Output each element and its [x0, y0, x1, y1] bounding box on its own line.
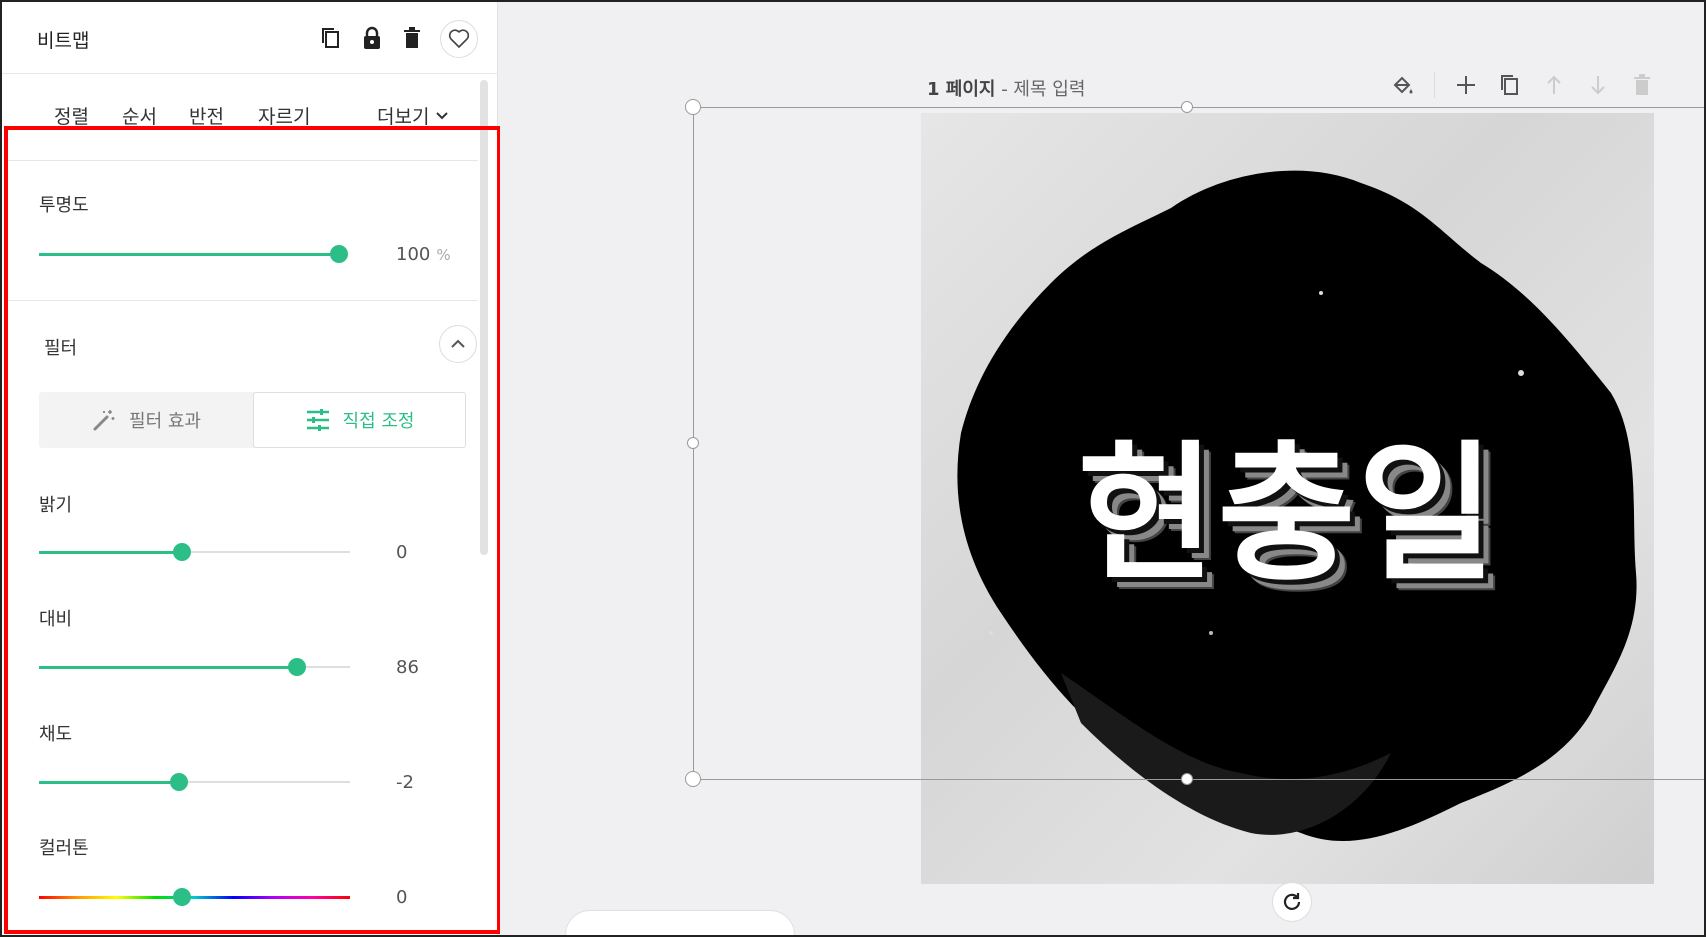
colortone-slider-thumb[interactable] [173, 888, 192, 906]
divider [8, 300, 478, 301]
zoom-control[interactable] [565, 910, 795, 935]
canvas-area: 1 페이지 - 제목 입력 현충일 [500, 2, 1704, 935]
saturation-label: 채도 [39, 724, 73, 745]
tab-align[interactable]: 정렬 [54, 102, 89, 129]
headline-text[interactable]: 현충일 [921, 393, 1654, 610]
tab-order[interactable]: 순서 [122, 102, 157, 129]
colortone-label: 컬러톤 [39, 838, 89, 859]
saturation-value: -2 [396, 772, 414, 793]
properties-panel: 비트맵 정렬 순서 반전 자르기 더보기 투명도 100% 필터 필터 효과 직… [2, 2, 498, 935]
filter-collapse-button[interactable] [439, 325, 477, 363]
manual-adjust-tab[interactable]: 직접 조정 [253, 392, 466, 448]
filter-mode-toggle: 필터 효과 직접 조정 [39, 392, 466, 448]
resize-handle-top-left[interactable] [685, 99, 701, 115]
panel-header: 비트맵 [2, 2, 497, 74]
brightness-value: 0 [396, 542, 408, 563]
lock-icon[interactable] [358, 24, 386, 52]
panel-scrollbar[interactable] [480, 80, 488, 555]
colortone-value: 0 [396, 887, 408, 908]
colortone-slider[interactable] [39, 887, 350, 907]
panel-title: 비트맵 [37, 30, 90, 52]
plus-icon[interactable] [1453, 72, 1479, 98]
selection-border-bottom [693, 779, 1704, 780]
contrast-label: 대비 [39, 609, 73, 630]
page-title-bar[interactable]: 1 페이지 - 제목 입력 [927, 75, 1085, 101]
duplicate-icon[interactable] [1497, 72, 1523, 98]
brightness-slider[interactable] [39, 542, 350, 562]
opacity-value: 100% [396, 244, 451, 265]
tab-crop[interactable]: 자르기 [258, 102, 310, 129]
trash-icon[interactable] [398, 24, 426, 52]
arrange-tabs: 정렬 순서 반전 자르기 더보기 [2, 102, 497, 132]
sliders-icon [306, 409, 329, 431]
opacity-label: 투명도 [39, 195, 89, 216]
toolbar-separator [1434, 72, 1435, 98]
paint-bucket-icon[interactable] [1390, 72, 1416, 98]
chevron-up-icon [451, 339, 465, 348]
brightness-label: 밝기 [39, 495, 73, 516]
more-menu-button[interactable]: 더보기 [377, 102, 449, 129]
opacity-slider-thumb[interactable] [330, 245, 348, 263]
arrow-up-icon[interactable] [1541, 72, 1567, 98]
rotate-icon[interactable] [1272, 882, 1312, 922]
design-page[interactable]: 현충일 [921, 113, 1654, 884]
brightness-slider-thumb[interactable] [173, 543, 192, 561]
filter-effects-label: 필터 효과 [129, 411, 201, 432]
resize-handle-bottom-left[interactable] [685, 771, 701, 787]
selection-border-top [693, 107, 1704, 108]
arrow-down-icon[interactable] [1585, 72, 1611, 98]
magic-wand-icon [93, 410, 115, 431]
page-number: 1 페이지 [927, 79, 996, 100]
heart-icon[interactable] [440, 20, 478, 58]
contrast-slider-thumb[interactable] [288, 658, 307, 676]
saturation-slider[interactable] [39, 772, 350, 792]
opacity-slider[interactable] [39, 244, 348, 264]
resize-handle-bottom[interactable] [1181, 773, 1193, 785]
contrast-slider[interactable] [39, 657, 350, 677]
contrast-value: 86 [396, 657, 419, 678]
tab-flip[interactable]: 반전 [189, 102, 224, 129]
more-label: 더보기 [377, 106, 430, 128]
filter-effects-tab[interactable]: 필터 효과 [39, 392, 253, 448]
resize-handle-left[interactable] [687, 437, 699, 449]
saturation-slider-thumb[interactable] [169, 773, 188, 791]
copy-icon[interactable] [317, 24, 345, 52]
resize-handle-top[interactable] [1181, 101, 1193, 113]
divider [8, 160, 478, 161]
page-title-input[interactable]: - 제목 입력 [1001, 79, 1085, 100]
trash-icon[interactable] [1629, 72, 1655, 98]
page-toolbar [1390, 72, 1655, 98]
filter-label: 필터 [44, 338, 78, 359]
chevron-down-icon [436, 111, 449, 119]
manual-adjust-label: 직접 조정 [342, 411, 415, 432]
